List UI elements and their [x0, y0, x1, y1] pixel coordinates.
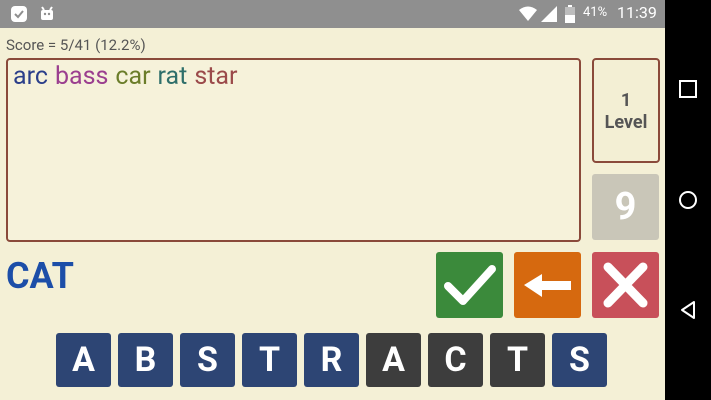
left-arrow-icon [524, 274, 571, 297]
found-word: car [115, 62, 151, 91]
backspace-button[interactable] [514, 252, 581, 318]
letter-tile[interactable]: A [56, 333, 111, 387]
letter-tile[interactable]: S [552, 333, 607, 387]
level-button[interactable]: 1 Level [592, 58, 660, 163]
accept-button[interactable] [436, 252, 503, 318]
remaining-words-counter: 9 [592, 174, 659, 240]
letter-tile[interactable]: B [118, 333, 173, 387]
battery-percentage: 41% [583, 5, 608, 20]
found-word: rat [157, 62, 188, 91]
navigation-bar [665, 0, 711, 400]
found-word: bass [54, 62, 109, 91]
checkmark-icon [444, 265, 496, 305]
wifi-icon [519, 6, 537, 21]
back-icon[interactable] [677, 299, 699, 321]
battery-icon [565, 5, 575, 23]
home-icon[interactable] [677, 189, 699, 211]
letter-tile[interactable]: T [490, 333, 545, 387]
recent-apps-icon[interactable] [677, 78, 699, 100]
found-word: star [194, 62, 238, 91]
close-icon [603, 262, 648, 308]
signal-icon [541, 6, 557, 22]
letter-tile[interactable]: C [428, 333, 483, 387]
letter-tile[interactable]: A [366, 333, 421, 387]
letter-tile[interactable]: R [304, 333, 359, 387]
android-debug-icon [41, 6, 53, 20]
letter-tile[interactable]: T [242, 333, 297, 387]
checkmark-notification-icon [11, 6, 27, 22]
letter-tile[interactable]: S [180, 333, 235, 387]
level-label: Level [604, 112, 648, 133]
found-word: arc [13, 62, 48, 91]
clock: 11:39 [617, 3, 657, 22]
status-bar: 41% 11:39 [0, 0, 665, 28]
found-words-panel: arc bass car rat star [6, 58, 581, 242]
level-number: 1 [620, 90, 632, 111]
clear-button[interactable] [592, 252, 659, 318]
found-words-list: arc bass car rat star [13, 62, 244, 91]
current-word: CAT [6, 255, 74, 297]
score-text: Score = 5/41 (12.2%) [6, 36, 146, 54]
